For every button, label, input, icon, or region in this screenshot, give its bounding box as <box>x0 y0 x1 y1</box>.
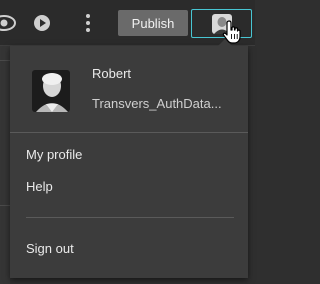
background-divider <box>0 60 10 61</box>
hand-cursor-icon <box>222 20 242 44</box>
menu-item-sign-out[interactable]: Sign out <box>26 241 74 256</box>
background-divider <box>0 205 10 206</box>
menu-item-my-profile[interactable]: My profile <box>26 147 82 162</box>
menu-divider <box>26 217 234 218</box>
background-panel <box>0 46 10 284</box>
user-dropdown-menu: Robert Transvers_AuthData... My profile … <box>10 39 248 278</box>
user-account: Transvers_AuthData... <box>92 96 222 111</box>
user-name: Robert <box>92 66 132 81</box>
profile-avatar <box>32 70 70 112</box>
app-window: Publish Robert Transvers_AuthData... My … <box>0 0 255 284</box>
more-vertical-icon[interactable] <box>80 12 96 34</box>
menu-item-help[interactable]: Help <box>26 179 53 194</box>
play-icon[interactable] <box>32 13 52 33</box>
publish-button[interactable]: Publish <box>118 10 188 36</box>
eye-icon[interactable] <box>0 12 20 34</box>
top-toolbar: Publish <box>0 0 255 46</box>
menu-divider <box>10 132 248 133</box>
